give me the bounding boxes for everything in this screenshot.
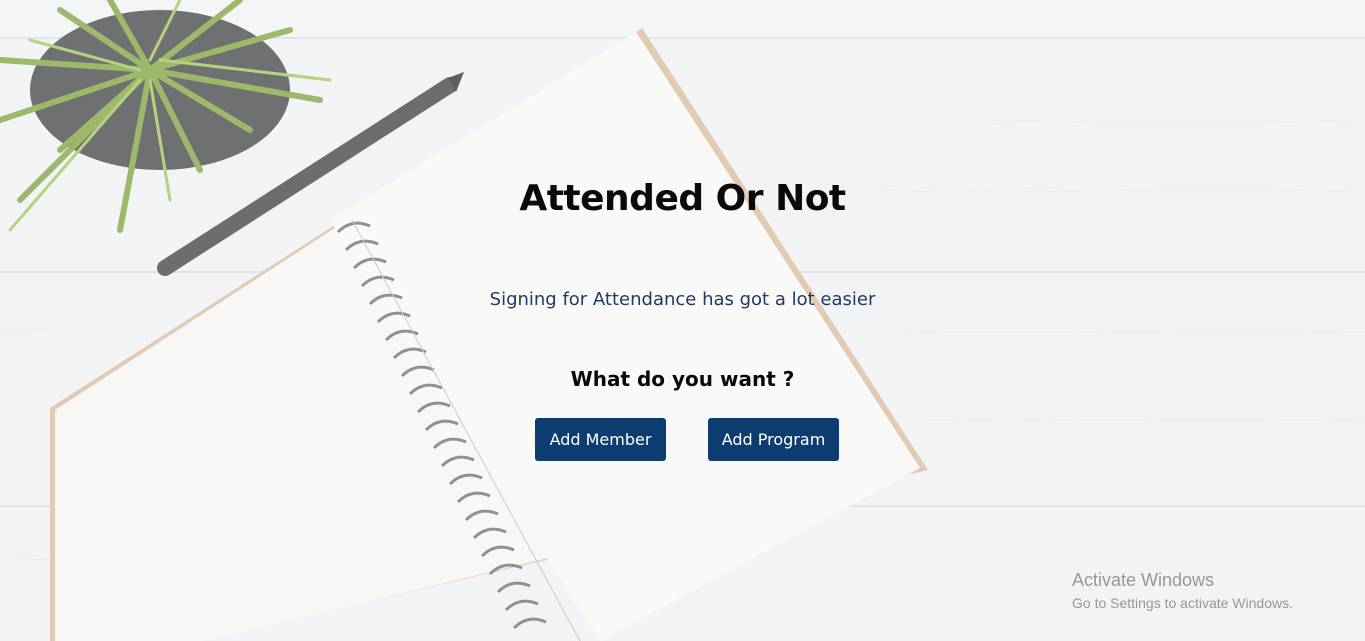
page-title: Attended Or Not [519,178,846,219]
page-subtitle: Signing for Attendance has got a lot eas… [489,289,876,310]
watermark-title: Activate Windows [1072,570,1215,590]
action-prompt: What do you want ? [570,367,795,391]
add-program-button[interactable]: Add Program [708,418,839,461]
add-member-button[interactable]: Add Member [535,418,666,461]
watermark-subtitle: Go to Settings to activate Windows. [1072,595,1293,611]
windows-activation-watermark: Activate Windows Go to Settings to activ… [1072,570,1293,611]
hero-section: Attended Or Not Signing for Attendance h… [0,0,1365,641]
